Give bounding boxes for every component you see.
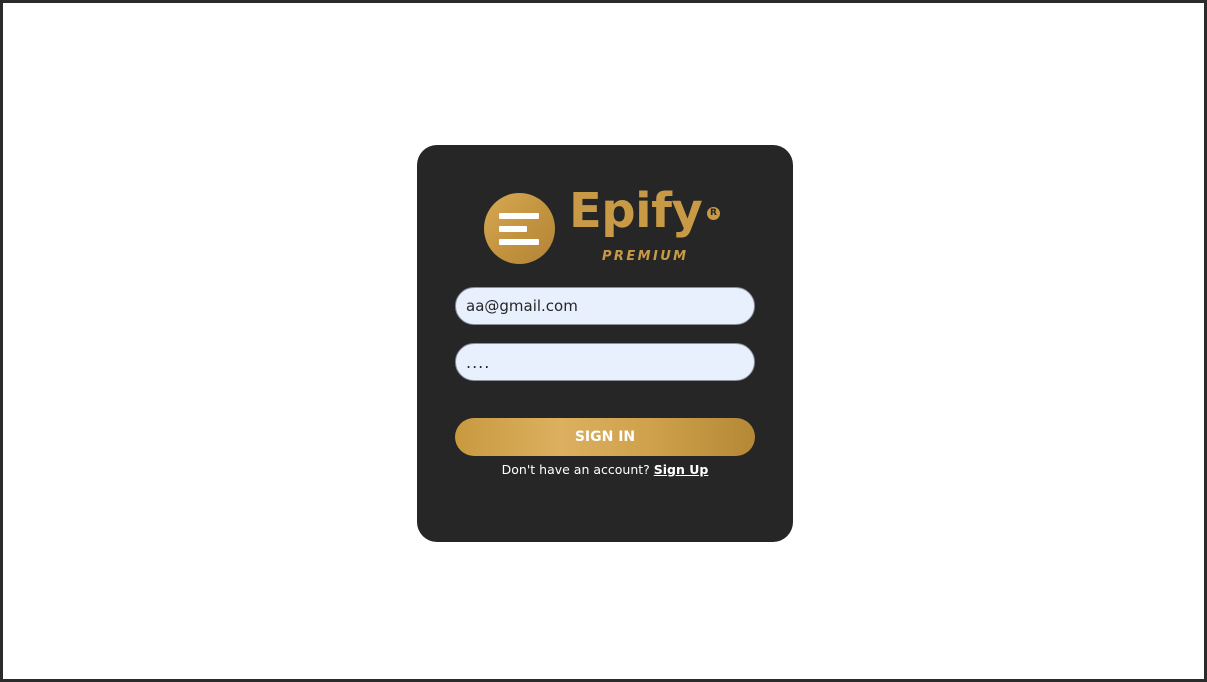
sign-in-button[interactable]: SIGN IN xyxy=(455,418,755,456)
registered-mark: R xyxy=(707,207,720,220)
password-field[interactable] xyxy=(455,343,755,381)
brand-name: Epify xyxy=(569,183,703,239)
sign-up-link[interactable]: Sign Up xyxy=(654,462,709,477)
brand-logo: Epify R PREMIUM xyxy=(484,183,729,267)
signup-prompt-text: Don't have an account? xyxy=(501,462,650,477)
menu-lines-icon xyxy=(484,193,555,264)
email-field[interactable] xyxy=(455,287,755,325)
app-window: Epify R PREMIUM SIGN IN Don't have an ac… xyxy=(0,0,1207,682)
signup-prompt-line: Don't have an account? Sign Up xyxy=(417,462,793,477)
brand-tagline: PREMIUM xyxy=(602,249,689,264)
login-card: Epify R PREMIUM SIGN IN Don't have an ac… xyxy=(417,145,793,542)
